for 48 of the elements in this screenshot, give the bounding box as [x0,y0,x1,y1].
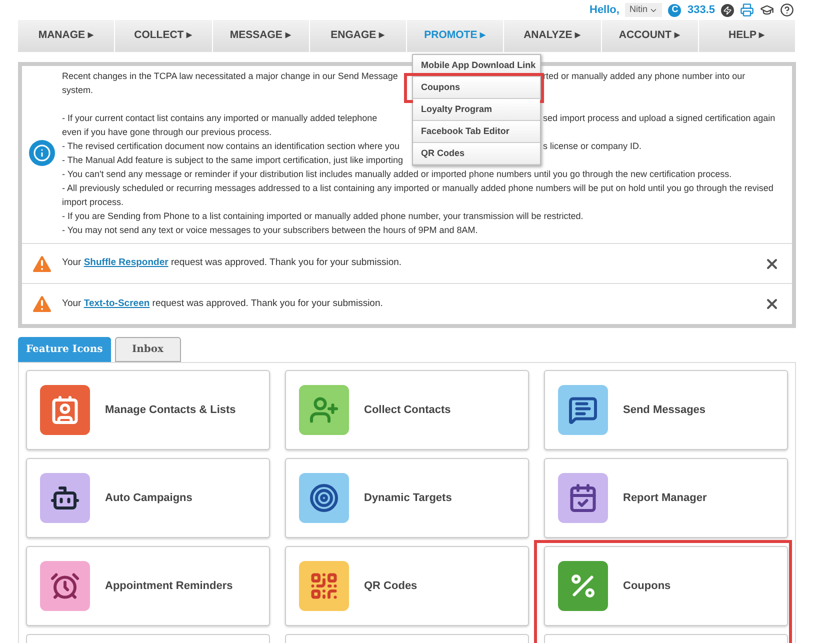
notice-text: - You can't send any message or reminder if your distribution list includes manually added or imported phone numbers until you go through the new certification process. [62,168,732,181]
feature-card[interactable]: Report Manager [544,458,788,538]
credits-text: 333.5 [687,2,715,18]
notice-text: - If you are Sending from Phone to a list containing imported or manually added phone number, your transmission will be restricted. [62,210,584,223]
printer-icon[interactable] [740,3,754,17]
feature-card[interactable]: Send Messages [544,370,788,450]
alert-text: Your Text-to-Screen request was approved. Thank you for your submission. [62,296,384,311]
close-button[interactable] [764,296,780,312]
tab[interactable]: Inbox [114,337,181,362]
feature-card[interactable]: Dynamic Targets [285,458,529,538]
user-dropdown[interactable]: Nitin [625,3,662,17]
notice-text: - The revised certification document now contains an identification section where you [62,140,400,153]
menu-item[interactable]: Loyalty Program [413,99,540,121]
menu-item[interactable]: Coupons [413,77,540,99]
notice-text: s license or company ID. [543,140,642,153]
menu-item[interactable]: QR Codes [413,143,540,165]
feature-card[interactable]: Manage Contacts & Lists [26,370,270,450]
info-icon [29,140,55,166]
nav-tab[interactable]: ENGAGE ▸ [310,20,407,52]
graduation-cap-icon[interactable] [760,3,774,17]
nav-tab[interactable]: HELP ▸ [698,20,796,52]
notice-text: import process. [62,196,124,209]
feature-card[interactable]: Coupons [544,546,788,626]
nav-tab[interactable]: COLLECT ▸ [115,20,212,52]
nav-tab[interactable]: ANALYZE ▸ [504,20,602,52]
greeting-text: Hello, [590,2,620,18]
notice-text: system. [62,84,94,97]
alert-link[interactable]: Shuffle Responder [84,257,168,268]
notice-text: even if you have gone through our previous process. [62,126,272,139]
nav-tab[interactable]: ACCOUNT ▸ [602,20,699,52]
lightning-icon[interactable] [721,4,734,16]
feature-card[interactable]: Collect Contacts [285,370,529,450]
notice-text: - You may not send any text or voice messages to your subscribers between the hours of 9PM and 8AM. [62,224,478,237]
alert-text: Your Shuffle Responder request was approved. Thank you for your submission. [62,256,403,270]
nav-tab[interactable]: MANAGE ▸ [18,20,116,52]
notice-text: - All previously scheduled or recurring messages addressed to a list containing any imported or manually added phone numbers will be put on hold until you go through the revised [62,182,774,195]
credits-badge: C [668,4,682,16]
alert-link[interactable]: Text-to-Screen [84,298,150,309]
help-icon[interactable] [780,3,794,17]
notice-text: - The Manual Add feature is subject to the same import certification, just like importing [62,154,403,167]
feature-card[interactable]: Appointment Reminders [26,546,270,626]
notice-text: - If your current contact list contains any imported or manually added telephone [62,112,378,125]
feature-card[interactable]: Auto Campaigns [26,458,270,538]
notice-text: sed import process and upload a signed certification again [543,112,776,125]
notice-text: Recent changes in the TCPA law necessitated a major change in our Send Message [62,70,398,83]
menu-item[interactable]: Facebook Tab Editor [413,121,540,143]
feature-card[interactable]: QR Codes [285,546,529,626]
nav-tab[interactable]: MESSAGE ▸ [212,20,310,52]
